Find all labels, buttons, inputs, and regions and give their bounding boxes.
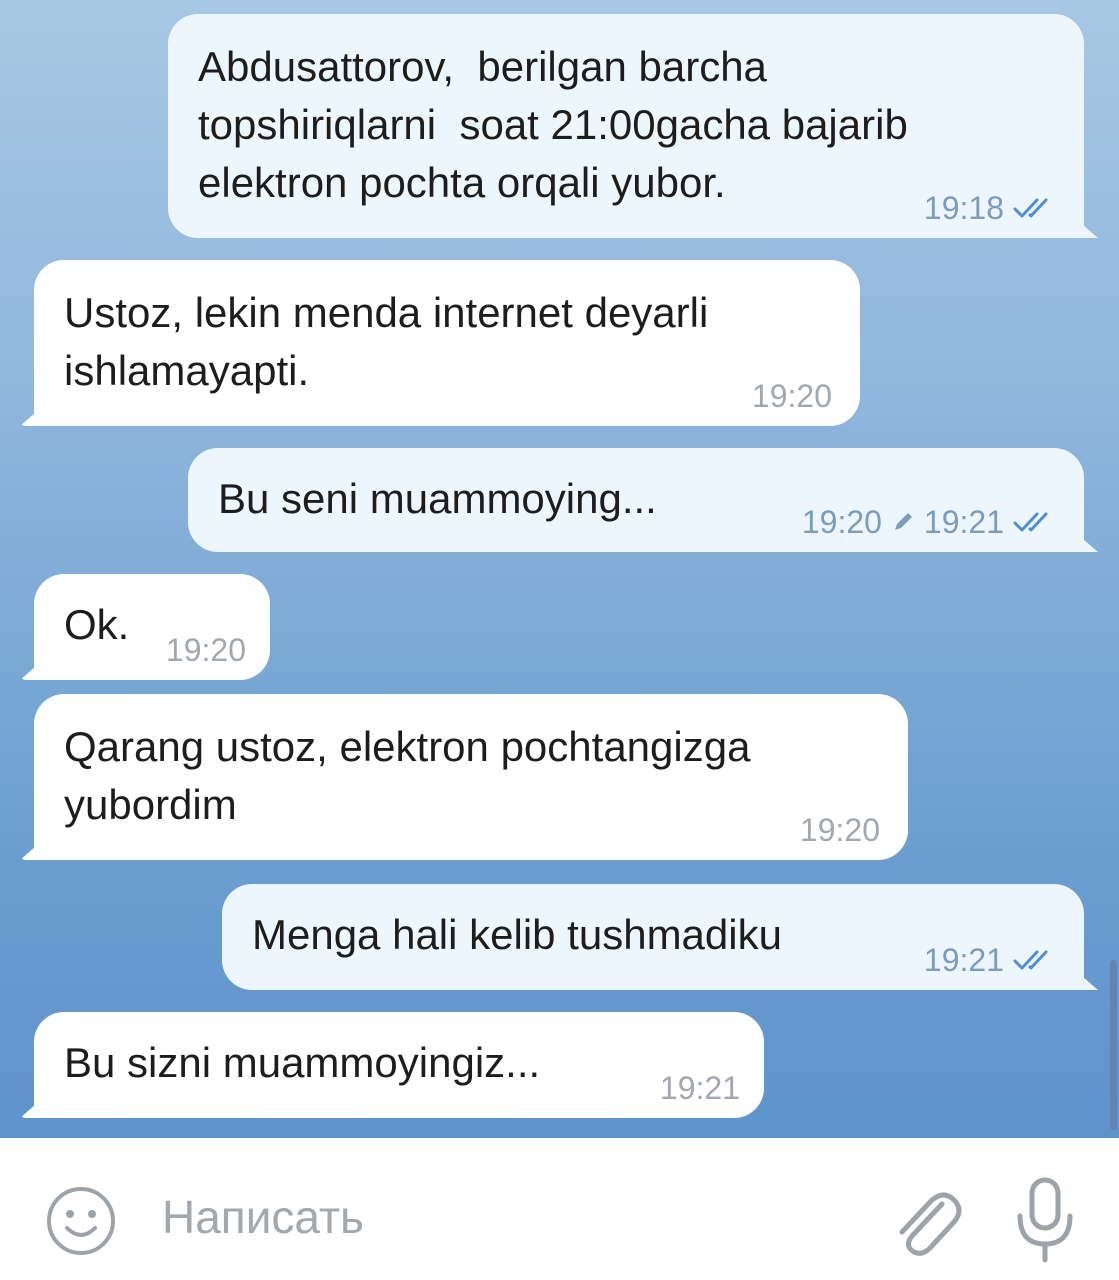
message-time: 19:21 [923,504,1004,540]
edited-pencil-icon [890,509,916,535]
microphone-icon[interactable] [1010,1174,1080,1266]
message-text: Abdusattorov, berilgan barcha topshiriql… [198,43,908,206]
message-meta: 19:20 19:21 [802,504,1056,540]
message-composer: Написать [0,1138,1119,1280]
double-check-icon [1012,947,1056,973]
emoji-smile-icon[interactable] [44,1184,118,1258]
chat-scrollbar[interactable] [1110,960,1117,1130]
message-input[interactable]: Написать [162,1188,364,1246]
double-check-icon [1012,509,1056,535]
message-time: 19:20 [165,632,246,668]
message-time: 19:18 [923,190,1004,226]
incoming-message[interactable]: Bu sizni muammoyingiz... 19:21 [34,1012,764,1118]
message-meta: 19:21 [660,1070,740,1106]
message-time: 19:21 [923,942,1004,978]
message-meta: 19:20 [166,632,246,668]
message-text: Qarang ustoz, elektron pochtangizga yubo… [64,723,751,828]
edited-time: 19:20 [801,504,882,540]
message-text: Bu sizni muammoyingiz... [64,1039,541,1086]
message-time: 19:20 [799,812,880,848]
outgoing-message[interactable]: Bu seni muammoying... 19:20 19:21 [188,448,1084,552]
incoming-message[interactable]: Ustoz, lekin menda internet deyarli ishl… [34,260,860,426]
message-text: Ok. [64,601,130,648]
message-time: 19:21 [659,1070,740,1106]
chat-history[interactable]: Abdusattorov, berilgan barcha topshiriql… [0,0,1119,1138]
message-time: 19:20 [751,378,832,414]
message-meta: 19:20 [752,378,832,414]
incoming-message[interactable]: Qarang ustoz, elektron pochtangizga yubo… [34,694,908,860]
message-meta: 19:20 [800,812,880,848]
message-text: Bu seni muammoying... [218,475,657,522]
double-check-icon [1012,195,1056,221]
outgoing-message[interactable]: Abdusattorov, berilgan barcha topshiriql… [168,14,1084,238]
outgoing-message[interactable]: Menga hali kelib tushmadiku 19:21 [222,884,1084,990]
message-meta: 19:21 [924,942,1056,978]
message-text: Ustoz, lekin menda internet deyarli ishl… [64,289,709,394]
message-meta: 19:18 [924,190,1056,226]
paperclip-icon[interactable] [884,1176,964,1266]
incoming-message[interactable]: Ok. 19:20 [34,574,270,680]
message-text: Menga hali kelib tushmadiku [252,911,782,958]
